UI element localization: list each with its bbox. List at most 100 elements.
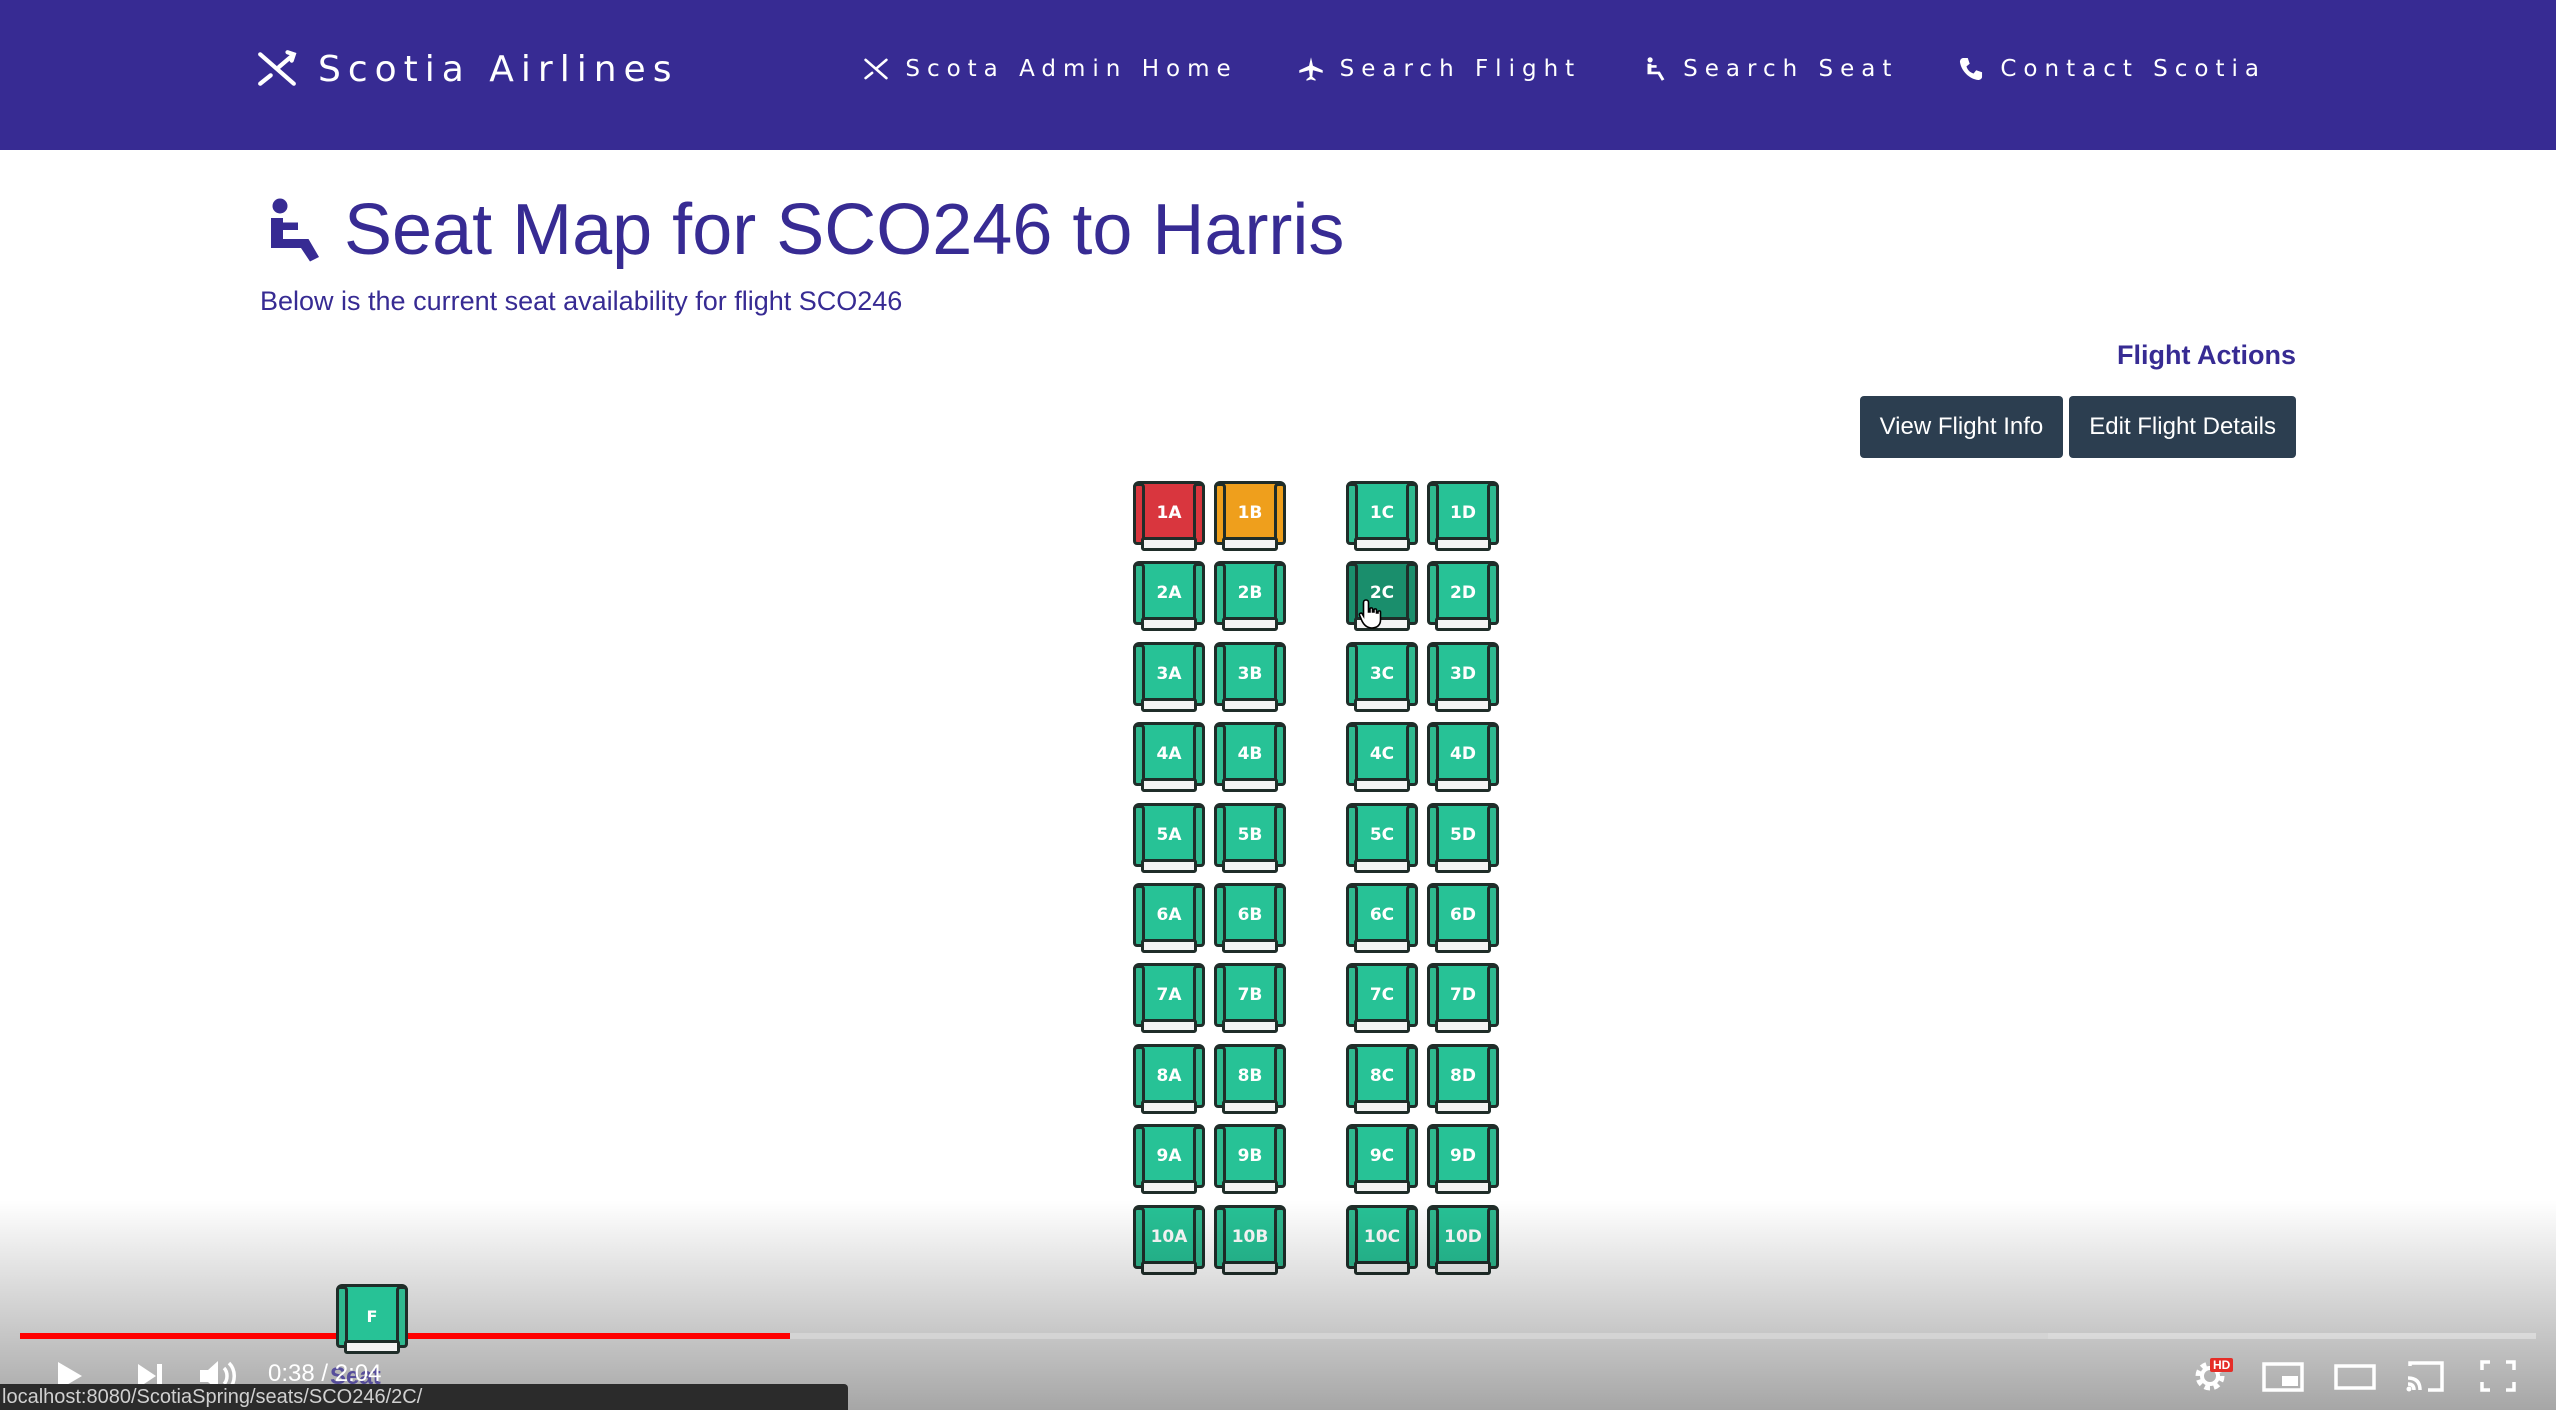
seat-5a[interactable]: 5A <box>1133 803 1205 875</box>
seat-label: 6C <box>1369 905 1395 925</box>
main-nav: Scota Admin Home Search Flight Search Se… <box>863 46 2266 92</box>
seat-label: 4C <box>1369 744 1395 764</box>
seat-9a[interactable]: 9A <box>1133 1124 1205 1196</box>
top-navbar: Scotia Airlines Scota Admin Home Search … <box>0 0 2556 150</box>
seat-5b[interactable]: 5B <box>1214 803 1286 875</box>
seat-label: 4A <box>1156 744 1182 764</box>
plane-x-icon <box>864 58 889 80</box>
hand-pointer-icon <box>1358 599 1382 629</box>
brand-link[interactable]: Scotia Airlines <box>256 44 678 94</box>
seat-6a[interactable]: 6A <box>1133 883 1205 955</box>
fullscreen-icon[interactable] <box>2476 1356 2520 1396</box>
seat-6d[interactable]: 6D <box>1427 883 1499 955</box>
seat-3a[interactable]: 3A <box>1133 642 1205 714</box>
seat-4d[interactable]: 4D <box>1427 722 1499 794</box>
seat-7c[interactable]: 7C <box>1346 963 1418 1035</box>
cast-icon[interactable] <box>2402 1356 2448 1396</box>
seat-label: 1B <box>1237 503 1263 523</box>
nav-label: Scota Admin Home <box>905 56 1238 82</box>
phone-icon <box>1960 57 1983 81</box>
nav-label: Contact Scotia <box>2000 56 2266 82</box>
page: Scotia Airlines Scota Admin Home Search … <box>0 0 2556 1410</box>
hd-badge: HD <box>2210 1358 2234 1372</box>
miniplayer-icon[interactable] <box>2260 1356 2306 1396</box>
seat-label: 7B <box>1237 985 1263 1005</box>
seat-label: 8B <box>1237 1066 1263 1086</box>
plane-x-icon <box>258 50 297 86</box>
seat-label: 9A <box>1156 1146 1182 1166</box>
seat-6c[interactable]: 6C <box>1346 883 1418 955</box>
seat-label: 4B <box>1237 744 1263 764</box>
seat-5c[interactable]: 5C <box>1346 803 1418 875</box>
seat-label: 1C <box>1369 503 1395 523</box>
seat-9b[interactable]: 9B <box>1214 1124 1286 1196</box>
seat-label: 5B <box>1237 825 1263 845</box>
nav-label: Search Seat <box>1683 56 1899 82</box>
seat-label: 2B <box>1237 583 1263 603</box>
seat-9d[interactable]: 9D <box>1427 1124 1499 1196</box>
seat-3c[interactable]: 3C <box>1346 642 1418 714</box>
seat-8a[interactable]: 8A <box>1133 1044 1205 1116</box>
nav-search-flight[interactable]: Search Flight <box>1298 56 1582 82</box>
browser-status-url: localhost:8080/ScotiaSpring/seats/SCO246… <box>0 1384 848 1410</box>
seat-label: 9B <box>1237 1146 1263 1166</box>
seat-label: 9D <box>1450 1146 1476 1166</box>
seat-label: 6D <box>1450 905 1476 925</box>
page-subtitle: Below is the current seat availability f… <box>260 286 903 316</box>
view-flight-info-button[interactable]: View Flight Info <box>1859 396 2064 458</box>
seat-label: 8D <box>1450 1066 1476 1086</box>
airplane-icon <box>1298 57 1323 81</box>
seat-label: 1D <box>1450 503 1476 523</box>
page-title: Seat Map for SCO246 to Harris <box>344 190 1345 270</box>
seat-2a[interactable]: 2A <box>1133 561 1205 633</box>
seat-7a[interactable]: 7A <box>1133 963 1205 1035</box>
theater-mode-icon[interactable] <box>2332 1356 2378 1396</box>
seat-1d[interactable]: 1D <box>1427 481 1499 553</box>
seat-label: 2D <box>1450 583 1476 603</box>
seat-label: 7D <box>1450 985 1476 1005</box>
seat-label: 7A <box>1156 985 1182 1005</box>
seat-8b[interactable]: 8B <box>1214 1044 1286 1116</box>
seek-preview-thumbnail: F <box>336 1284 408 1356</box>
seat-7b[interactable]: 7B <box>1214 963 1286 1035</box>
seat-2d[interactable]: 2D <box>1427 561 1499 633</box>
seat-1c[interactable]: 1C <box>1346 481 1418 553</box>
seat-label: 3B <box>1237 664 1263 684</box>
seat-label: 1A <box>1156 503 1182 523</box>
nav-admin-home[interactable]: Scota Admin Home <box>863 56 1237 82</box>
seat-7d[interactable]: 7D <box>1427 963 1499 1035</box>
nav-label: Search Flight <box>1339 56 1582 82</box>
seat-3d[interactable]: 3D <box>1427 642 1499 714</box>
seat-label: 2A <box>1156 583 1182 603</box>
flight-actions: View Flight Info Edit Flight Details <box>1859 396 2296 458</box>
seat-5d[interactable]: 5D <box>1427 803 1499 875</box>
seat-icon <box>271 198 319 262</box>
seat-label: 5C <box>1369 825 1395 845</box>
seat-4c[interactable]: 4C <box>1346 722 1418 794</box>
seat-1b[interactable]: 1B <box>1214 481 1286 553</box>
seat-label: 7C <box>1369 985 1395 1005</box>
title-row: Seat Map for SCO246 to Harris <box>262 185 1344 275</box>
seat-label: 3D <box>1450 664 1476 684</box>
nav-search-seat[interactable]: Search Seat <box>1641 56 1898 82</box>
seat-4a[interactable]: 4A <box>1133 722 1205 794</box>
seat-2b[interactable]: 2B <box>1214 561 1286 633</box>
seat-8d[interactable]: 8D <box>1427 1044 1499 1116</box>
seat-3b[interactable]: 3B <box>1214 642 1286 714</box>
seat-label: 9C <box>1369 1146 1395 1166</box>
seat-label: 6B <box>1237 905 1263 925</box>
seat-1a[interactable]: 1A <box>1133 481 1205 553</box>
seat-label: 8A <box>1156 1066 1182 1086</box>
seat-label: 5D <box>1450 825 1476 845</box>
nav-contact[interactable]: Contact Scotia <box>1958 56 2266 82</box>
edit-flight-details-button[interactable]: Edit Flight Details <box>2069 396 2296 458</box>
seat-9c[interactable]: 9C <box>1346 1124 1418 1196</box>
seat-label: 4D <box>1450 744 1476 764</box>
seat-label: 6A <box>1156 905 1182 925</box>
seat-4b[interactable]: 4B <box>1214 722 1286 794</box>
seat-6b[interactable]: 6B <box>1214 883 1286 955</box>
seat-8c[interactable]: 8C <box>1346 1044 1418 1116</box>
seat-icon <box>1647 57 1665 81</box>
seat-label: 5A <box>1156 825 1182 845</box>
brand-name: Scotia Airlines <box>318 48 679 90</box>
